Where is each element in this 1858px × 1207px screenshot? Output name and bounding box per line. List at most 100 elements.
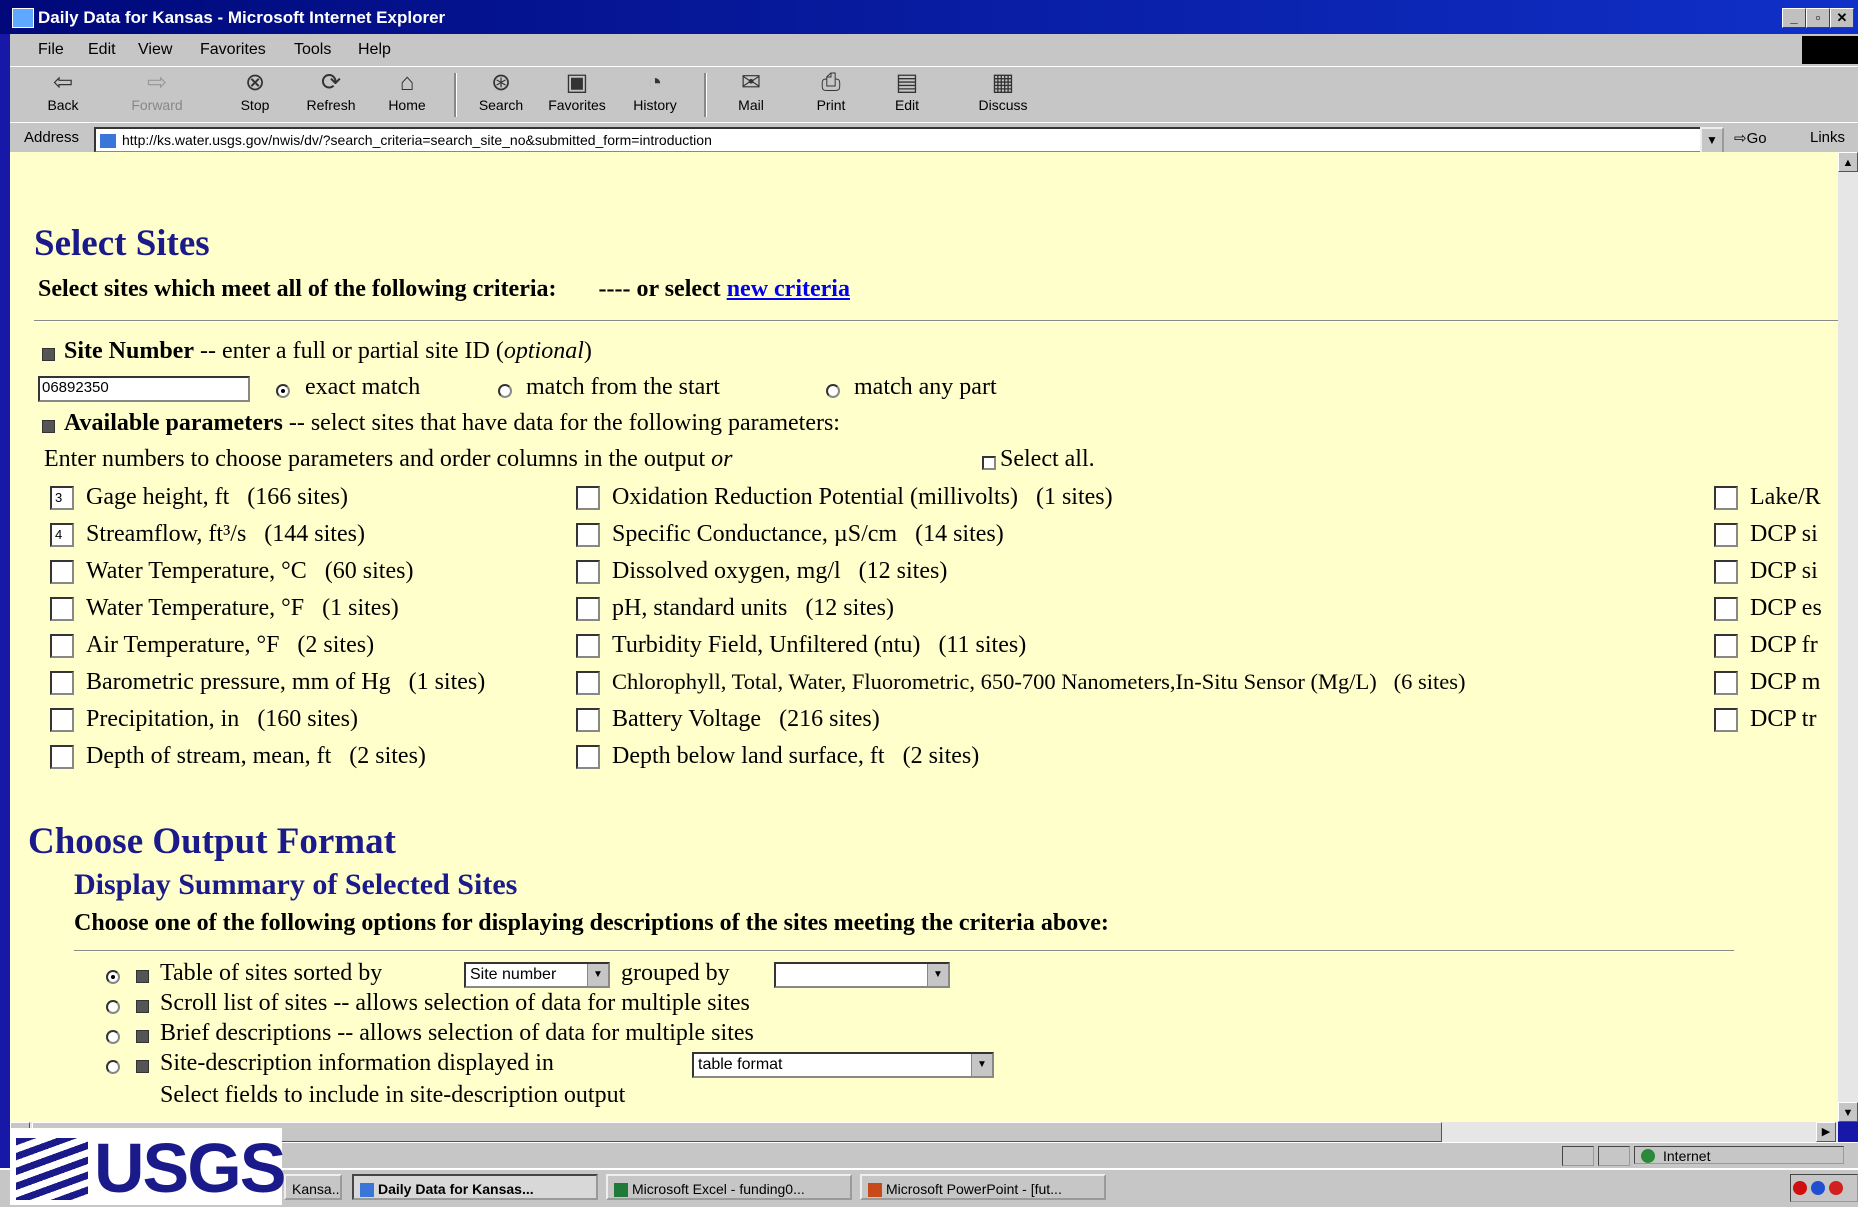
param-order-input[interactable] [1714, 597, 1738, 621]
param-order-input[interactable] [576, 560, 600, 584]
menu-favorites[interactable]: Favorites [200, 41, 266, 59]
param-order-input[interactable] [576, 597, 600, 621]
param-label: Chlorophyll, Total, Water, Fluorometric,… [612, 669, 1466, 694]
expand-toggle-icon[interactable] [136, 1030, 149, 1043]
param-order-input[interactable] [1714, 523, 1738, 547]
task-button[interactable]: Microsoft PowerPoint - [fut... [860, 1174, 1106, 1200]
param-order-input[interactable] [576, 671, 600, 695]
param-order-input[interactable] [50, 708, 74, 732]
close-button[interactable]: ✕ [1830, 8, 1854, 28]
edit-button[interactable]: ▤ Edit [872, 71, 942, 114]
menu-help[interactable]: Help [358, 41, 391, 59]
discuss-button[interactable]: ▦ Discuss [968, 71, 1038, 114]
match-start-radio[interactable] [498, 384, 512, 398]
param-order-input[interactable] [576, 486, 600, 510]
param-label: Water Temperature, °F (1 sites) [86, 595, 399, 621]
tray-icon[interactable] [1811, 1181, 1825, 1195]
history-button[interactable]: ◔ History [620, 71, 690, 114]
param-order-input[interactable] [576, 708, 600, 732]
group-by-select[interactable]: ▼ [774, 962, 950, 988]
refresh-button[interactable]: ⟳ Refresh [296, 71, 366, 114]
expand-toggle-icon[interactable] [136, 970, 149, 983]
task-button[interactable]: Kansa... [284, 1174, 342, 1200]
param-label: pH, standard units (12 sites) [612, 595, 894, 621]
param-order-input[interactable] [1714, 560, 1738, 584]
param-label: Precipitation, in (160 sites) [86, 706, 358, 732]
param-order-input[interactable] [576, 634, 600, 658]
minimize-button[interactable]: _ [1782, 8, 1806, 28]
new-criteria-link[interactable]: new criteria [727, 276, 850, 302]
match-any-radio[interactable] [826, 384, 840, 398]
chevron-down-icon: ▼ [971, 1054, 992, 1076]
sort-by-select[interactable]: Site number ▼ [464, 962, 610, 988]
param-order-input[interactable] [576, 745, 600, 769]
address-input[interactable]: http://ks.water.usgs.gov/nwis/dv/?search… [94, 127, 1706, 153]
task-button-active[interactable]: Daily Data for Kansas... [352, 1174, 598, 1200]
exact-match-radio[interactable] [276, 384, 290, 398]
expand-toggle-icon[interactable] [42, 348, 55, 361]
expand-toggle-icon[interactable] [136, 1060, 149, 1073]
display-format-select[interactable]: table format ▼ [692, 1052, 994, 1078]
param-order-input[interactable] [1714, 486, 1738, 510]
address-dropdown-button[interactable]: ▼ [1700, 127, 1724, 155]
param-label: DCP fr [1750, 632, 1818, 658]
divider [74, 950, 1734, 952]
back-button[interactable]: ⇦ Back [28, 69, 98, 114]
mail-button[interactable]: ✉ Mail [716, 71, 786, 114]
printer-icon: ⎙ [821, 69, 841, 96]
param-label: Gage height, ft (166 sites) [86, 484, 348, 510]
stop-button[interactable]: ⊗ Stop [220, 71, 290, 114]
grouped-by-label: grouped by [621, 960, 730, 986]
param-label: DCP m [1750, 669, 1821, 695]
criteria-instruction: Select sites which meet all of the follo… [38, 276, 850, 302]
param-order-input[interactable] [576, 523, 600, 547]
task-button[interactable]: Microsoft Excel - funding0... [606, 1174, 852, 1200]
favorites-button[interactable]: ▣ Favorites [542, 71, 612, 114]
display-summary-heading: Display Summary of Selected Sites [74, 868, 518, 901]
tray-icon[interactable] [1793, 1181, 1807, 1195]
table-of-sites-radio[interactable] [106, 970, 120, 984]
scroll-up-icon[interactable]: ▲ [1838, 152, 1858, 172]
expand-toggle-icon[interactable] [136, 1000, 149, 1013]
select-all-checkbox[interactable] [982, 456, 996, 470]
param-label: Barometric pressure, mm of Hg (1 sites) [86, 669, 486, 695]
go-button[interactable]: ⇨Go [1734, 129, 1767, 147]
maximize-button[interactable]: ▫ [1806, 8, 1830, 28]
param-order-input[interactable]: 4 [50, 523, 74, 547]
print-button[interactable]: ⎙ Print [796, 69, 866, 114]
param-order-input[interactable] [50, 745, 74, 769]
tray-icon[interactable] [1829, 1181, 1843, 1195]
home-button[interactable]: ⌂ Home [372, 71, 442, 114]
site-number-input[interactable]: 06892350 [38, 376, 250, 402]
vertical-scrollbar[interactable]: ▲ ▼ [1838, 152, 1858, 1122]
param-order-input[interactable] [1714, 708, 1738, 732]
param-order-input[interactable] [50, 560, 74, 584]
param-order-input[interactable]: 3 [50, 486, 74, 510]
back-arrow-icon: ⇦ [52, 69, 74, 96]
param-label: Oxidation Reduction Potential (millivolt… [612, 484, 1113, 510]
param-order-input[interactable] [50, 597, 74, 621]
menu-tools[interactable]: Tools [294, 41, 331, 59]
menu-file[interactable]: File [38, 41, 64, 59]
match-any-label: match any part [854, 374, 997, 400]
param-order-input[interactable] [50, 634, 74, 658]
param-order-input[interactable] [1714, 634, 1738, 658]
scroll-down-icon[interactable]: ▼ [1838, 1102, 1858, 1122]
menu-edit[interactable]: Edit [88, 41, 116, 59]
page-icon [100, 134, 116, 149]
param-order-input[interactable] [50, 671, 74, 695]
page-content: Select Sites Select sites which meet all… [10, 152, 1838, 1122]
scroll-right-icon[interactable]: ▶ [1816, 1122, 1836, 1142]
site-description-radio[interactable] [106, 1060, 120, 1074]
address-bar: Address http://ks.water.usgs.gov/nwis/dv… [10, 122, 1858, 155]
forward-button[interactable]: ⇨ Forward [122, 71, 192, 114]
search-button[interactable]: ⊛ Search [466, 71, 536, 114]
menu-view[interactable]: View [138, 41, 172, 59]
param-label: Air Temperature, °F (2 sites) [86, 632, 375, 658]
expand-toggle-icon[interactable] [42, 420, 55, 433]
scroll-list-radio[interactable] [106, 1000, 120, 1014]
brief-descriptions-radio[interactable] [106, 1030, 120, 1044]
links-button[interactable]: Links [1810, 129, 1845, 146]
system-tray [1790, 1174, 1858, 1202]
param-order-input[interactable] [1714, 671, 1738, 695]
